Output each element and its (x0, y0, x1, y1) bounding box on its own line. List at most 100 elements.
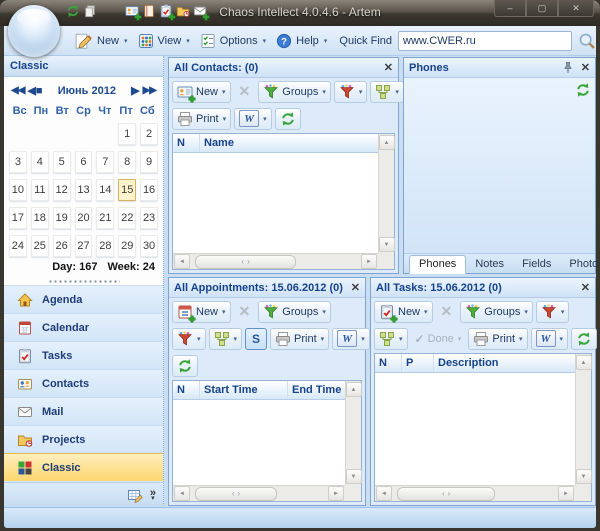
calendar-day[interactable]: 27 (75, 235, 93, 257)
scroll-up-button[interactable]: ▲ (576, 355, 592, 370)
calendar-day[interactable]: 24 (9, 235, 27, 257)
prev-month-button[interactable]: ◀ (27, 84, 35, 97)
application-orb-button[interactable] (8, 5, 60, 57)
view-mode-button[interactable]: ▾ (370, 81, 404, 103)
column-header[interactable]: Description (434, 354, 575, 372)
close-icon[interactable]: ✕ (351, 281, 360, 294)
calendar-day[interactable]: 20 (75, 207, 93, 229)
contacts-list-body[interactable] (173, 153, 378, 253)
calendar-day[interactable]: 6 (75, 151, 93, 173)
horizontal-scrollbar[interactable]: ◄ ‹› ► (375, 485, 575, 501)
scroll-left-button[interactable]: ◄ (174, 486, 190, 501)
calendar-day[interactable]: 1 (118, 123, 136, 145)
calendar-day[interactable]: 14 (96, 179, 114, 201)
pin-icon[interactable] (561, 61, 575, 75)
print-button[interactable]: Print ▾ (270, 328, 329, 350)
tab-photo[interactable]: Photo (560, 256, 600, 273)
vertical-scrollbar[interactable]: ▲ ▼ (378, 134, 394, 253)
calendar-day[interactable]: 28 (96, 235, 114, 257)
calendar-day[interactable]: 19 (53, 207, 71, 229)
scroll-up-button[interactable]: ▲ (379, 135, 395, 150)
calendar-day[interactable]: 7 (96, 151, 114, 173)
sidebar-item-projects[interactable]: Projects (4, 425, 163, 453)
scrollbar-thumb[interactable]: ‹› (195, 487, 277, 501)
delete-button[interactable]: ✕ (234, 303, 256, 320)
close-icon[interactable]: ✕ (581, 281, 590, 294)
scroll-right-button[interactable]: ► (558, 486, 574, 501)
appointments-list-body[interactable] (173, 400, 345, 485)
today-button[interactable]: ■ (36, 85, 43, 97)
filter-button[interactable]: ▾ (172, 328, 206, 350)
sidebar-item-tasks[interactable]: Tasks (4, 341, 163, 369)
column-header[interactable]: N (173, 381, 200, 399)
maximize-button[interactable]: ▢ (526, 0, 558, 17)
close-button[interactable]: ✕ (558, 0, 594, 17)
delete-button[interactable]: ✕ (436, 303, 458, 320)
column-header[interactable]: Start Time (200, 381, 288, 399)
column-header[interactable]: End Time (288, 381, 345, 399)
next-year-button[interactable]: ▶▶ (143, 85, 156, 96)
calendar-day[interactable]: 25 (31, 235, 49, 257)
filter-button[interactable]: ▾ (536, 301, 570, 323)
calendar-day[interactable]: 17 (9, 207, 27, 229)
scroll-down-button[interactable]: ▼ (379, 237, 395, 252)
refresh-icon[interactable] (575, 82, 591, 98)
new-task-button[interactable]: New ▾ (374, 301, 433, 323)
calendar-day[interactable]: 21 (96, 207, 114, 229)
help-menu-button[interactable]: Help ▾ (271, 31, 332, 51)
refresh-button[interactable] (571, 328, 597, 350)
calendar-day[interactable]: 18 (31, 207, 49, 229)
calendar-day[interactable]: 15 (118, 179, 136, 201)
calendar-day[interactable]: 4 (31, 151, 49, 173)
groups-button[interactable]: Groups ▾ (460, 301, 533, 323)
sidebar-item-classic[interactable]: Classic (4, 453, 163, 481)
sidebar-item-contacts[interactable]: Contacts (4, 369, 163, 397)
new-appointment-button[interactable]: New ▾ (172, 301, 231, 323)
calendar-day[interactable]: 2 (140, 123, 158, 145)
strikeout-toggle-button[interactable]: S (245, 328, 267, 350)
tab-fields[interactable]: Fields (513, 256, 560, 273)
calendar-day[interactable]: 13 (75, 179, 93, 201)
scroll-down-button[interactable]: ▼ (576, 469, 592, 484)
done-button[interactable]: ✓ Done ▾ (411, 331, 466, 347)
configure-buttons-chevron[interactable]: » ▾ (150, 490, 156, 502)
calendar-day[interactable]: 30 (140, 235, 158, 257)
scroll-right-button[interactable]: ► (328, 486, 344, 501)
scroll-up-button[interactable]: ▲ (346, 382, 362, 397)
calendar-day[interactable]: 29 (118, 235, 136, 257)
close-icon[interactable]: ✕ (384, 61, 393, 74)
view-mode-button[interactable]: ▾ (209, 328, 243, 350)
column-header[interactable]: Name (200, 134, 378, 152)
minimize-button[interactable]: – (494, 0, 526, 17)
column-header[interactable]: N (173, 134, 200, 152)
vertical-scrollbar[interactable]: ▲ ▼ (575, 354, 591, 485)
scrollbar-thumb[interactable]: ‹› (195, 255, 296, 269)
new-menu-button[interactable]: New ▾ (70, 30, 133, 52)
horizontal-scrollbar[interactable]: ◄ ‹› ► (173, 485, 345, 501)
calendar-day[interactable]: 26 (53, 235, 71, 257)
options-menu-button[interactable]: Options ▾ (195, 31, 271, 51)
scroll-left-button[interactable]: ◄ (376, 486, 392, 501)
sidebar-item-mail[interactable]: Mail (4, 397, 163, 425)
quick-find-input[interactable] (398, 31, 572, 51)
word-export-button[interactable]: W ▾ (332, 328, 370, 350)
refresh-button[interactable] (172, 355, 198, 377)
scrollbar-thumb[interactable]: ‹› (397, 487, 495, 501)
groups-button[interactable]: Groups ▾ (258, 301, 331, 323)
new-contact-button[interactable]: New ▾ (172, 81, 231, 103)
view-menu-button[interactable]: View ▾ (133, 31, 195, 51)
tasks-list-body[interactable] (375, 373, 575, 485)
view-mode-button[interactable]: ▾ (374, 328, 408, 350)
calendar-day[interactable]: 3 (9, 151, 27, 173)
refresh-button[interactable] (275, 108, 301, 130)
edit-layout-icon[interactable] (127, 488, 143, 504)
print-button[interactable]: Print ▾ (172, 108, 231, 130)
delete-button[interactable]: ✕ (234, 83, 256, 100)
sidebar-splitter-handle[interactable] (4, 278, 163, 285)
column-header[interactable]: N (375, 354, 402, 372)
calendar-day[interactable]: 16 (140, 179, 158, 201)
next-month-button[interactable]: ▶ (131, 84, 139, 97)
word-export-button[interactable]: W ▾ (234, 108, 272, 130)
search-icon[interactable] (578, 32, 596, 50)
column-header[interactable]: P (402, 354, 434, 372)
